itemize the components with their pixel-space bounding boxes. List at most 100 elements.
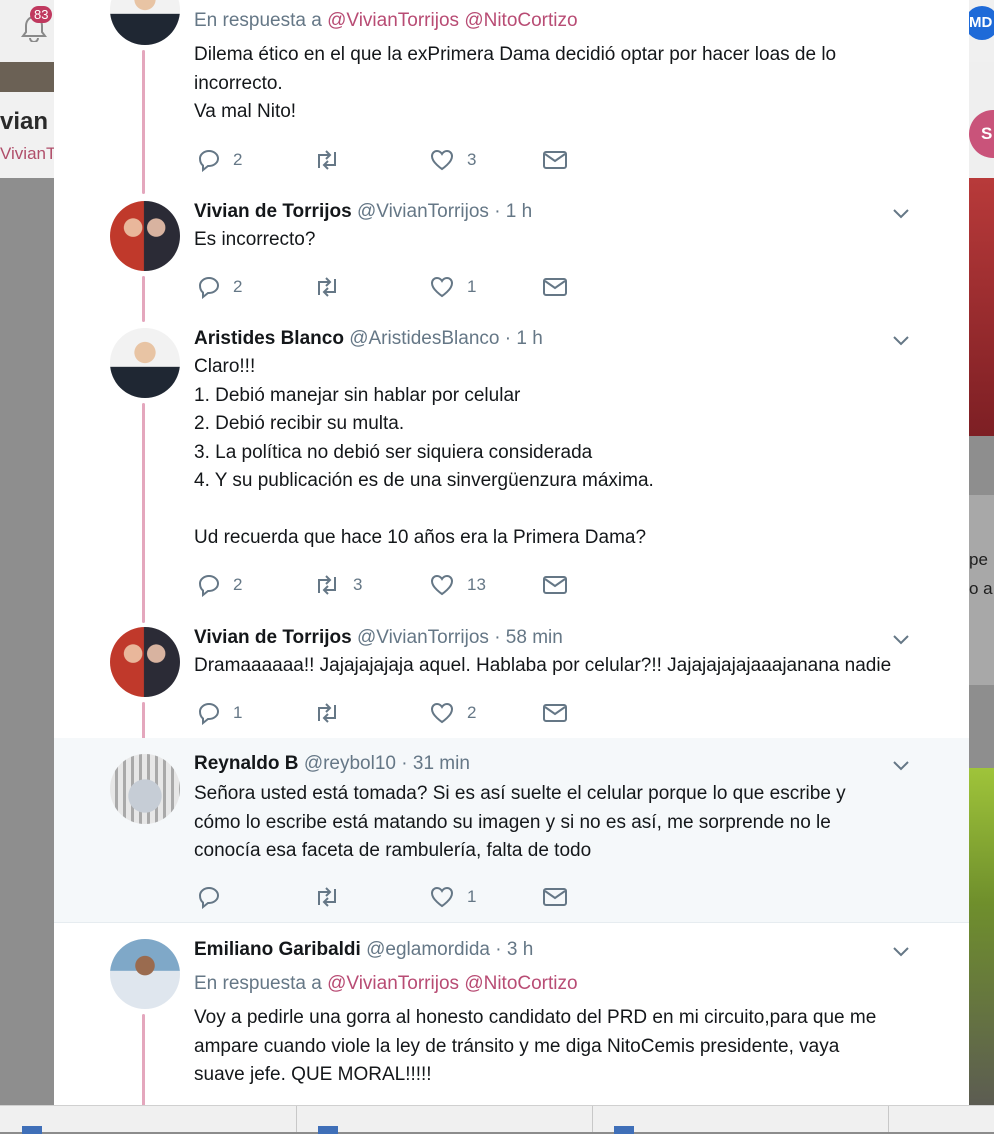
- direct-message-button[interactable]: [542, 274, 568, 300]
- reply-count: 2: [233, 575, 243, 594]
- avatar[interactable]: [110, 201, 180, 271]
- tweet[interactable]: En respuesta a @VivianTorrijos @NitoCort…: [54, 0, 969, 194]
- conversation-modal: En respuesta a @VivianTorrijos @NitoCort…: [54, 0, 969, 1105]
- thread-line: [142, 1014, 145, 1105]
- reply-count: 2: [233, 277, 243, 296]
- user-handle[interactable]: @VivianTorrijos: [357, 201, 489, 222]
- mention-link[interactable]: @NitoCortizo: [464, 973, 577, 994]
- reply-button[interactable]: [197, 884, 233, 910]
- user-handle[interactable]: @reybol10: [304, 753, 396, 774]
- tweet-header: Reynaldo B @reybol10 · 31 min: [194, 753, 470, 775]
- user-name[interactable]: Vivian de Torrijos: [194, 201, 352, 222]
- reply-button[interactable]: 2: [197, 572, 242, 598]
- user-handle[interactable]: @eglamordida: [366, 939, 490, 960]
- profile-name: vian: [0, 108, 49, 135]
- tweet[interactable]: Emiliano Garibaldi @eglamordida · 3 h En…: [54, 923, 969, 1105]
- user-name[interactable]: Emiliano Garibaldi: [194, 939, 361, 960]
- retweet-button[interactable]: [313, 274, 353, 300]
- envelope-icon: [543, 576, 567, 594]
- account-avatar-icon[interactable]: MD: [969, 6, 994, 40]
- user-name[interactable]: Vivian de Torrijos: [194, 627, 352, 648]
- tweet-header: Vivian de Torrijos @VivianTorrijos · 58 …: [194, 627, 563, 649]
- tweet-time[interactable]: · 1 h: [494, 201, 532, 222]
- reply-context: En respuesta a @VivianTorrijos @NitoCort…: [194, 973, 578, 994]
- reply-button[interactable]: 2: [197, 147, 242, 173]
- reply-icon: [198, 149, 220, 172]
- reply-count: 1: [233, 703, 243, 722]
- retweet-button[interactable]: [313, 147, 353, 173]
- chevron-down-icon[interactable]: [892, 335, 910, 347]
- thread-line: [142, 403, 145, 623]
- document-icon: [22, 1126, 42, 1134]
- taskbar-item[interactable]: [296, 1106, 593, 1134]
- like-button[interactable]: 1: [429, 274, 476, 300]
- media-image-2: [969, 768, 994, 1105]
- avatar[interactable]: [110, 0, 180, 45]
- retweet-icon: [318, 887, 336, 907]
- direct-message-button[interactable]: [542, 572, 568, 598]
- reply-count: 2: [233, 150, 243, 169]
- tweet[interactable]: Aristides Blanco @AristidesBlanco · 1 h …: [54, 316, 969, 623]
- reply-button[interactable]: 1: [197, 700, 242, 726]
- heart-icon: [430, 276, 454, 298]
- taskbar-item[interactable]: [0, 1106, 297, 1134]
- taskbar: [0, 1105, 994, 1134]
- tweet-time[interactable]: · 1 h: [505, 328, 543, 349]
- tweet-text: Claro!!! 1. Debió manejar sin hablar por…: [194, 356, 654, 548]
- like-button[interactable]: 1: [429, 884, 476, 910]
- mention-link[interactable]: @VivianTorrijos: [327, 10, 459, 31]
- heart-icon: [430, 886, 454, 908]
- avatar[interactable]: [110, 328, 180, 398]
- retweet-button[interactable]: [313, 700, 353, 726]
- user-name[interactable]: Reynaldo B: [194, 753, 299, 774]
- retweet-count: 3: [353, 575, 363, 594]
- like-button[interactable]: 13: [429, 572, 486, 598]
- user-handle[interactable]: @AristidesBlanco: [349, 328, 499, 349]
- profile-handle: VivianT: [0, 144, 57, 163]
- avatar[interactable]: [110, 939, 180, 1009]
- heart-icon: [430, 574, 454, 596]
- like-count: 1: [467, 277, 477, 296]
- retweet-icon: [318, 703, 336, 723]
- like-button[interactable]: 3: [429, 147, 476, 173]
- chevron-down-icon[interactable]: [892, 946, 910, 958]
- notifications-count-badge: 83: [30, 6, 53, 23]
- retweet-icon: [318, 150, 336, 170]
- retweet-button[interactable]: [313, 884, 353, 910]
- thread-line: [142, 702, 145, 742]
- reply-icon: [198, 702, 220, 725]
- chevron-down-icon[interactable]: [892, 634, 910, 646]
- tweet-focused[interactable]: Reynaldo B @reybol10 · 31 min Señora ust…: [54, 738, 969, 923]
- avatar[interactable]: [110, 754, 180, 824]
- like-count: 13: [467, 575, 486, 594]
- avatar[interactable]: [110, 627, 180, 697]
- tweet-header: Emiliano Garibaldi @eglamordida · 3 h: [194, 939, 533, 961]
- user-name[interactable]: Aristides Blanco: [194, 328, 344, 349]
- envelope-icon: [543, 888, 567, 906]
- taskbar-item[interactable]: [592, 1106, 889, 1134]
- mention-link[interactable]: @NitoCortizo: [464, 10, 577, 31]
- profile-banner: [0, 62, 54, 92]
- chevron-down-icon[interactable]: [892, 208, 910, 220]
- tweet-time[interactable]: · 31 min: [401, 753, 470, 774]
- direct-message-button[interactable]: [542, 700, 568, 726]
- user-handle[interactable]: @VivianTorrijos: [357, 627, 489, 648]
- retweet-button[interactable]: 3: [313, 572, 362, 598]
- mention-link[interactable]: @VivianTorrijos: [327, 973, 459, 994]
- tweet-text: Dilema ético en el que la exPrimera Dama…: [194, 44, 837, 122]
- tweet[interactable]: Vivian de Torrijos @VivianTorrijos · 1 h…: [54, 190, 969, 322]
- like-count: 1: [467, 887, 477, 906]
- chevron-down-icon[interactable]: [892, 760, 910, 772]
- tweet[interactable]: Vivian de Torrijos @VivianTorrijos · 58 …: [54, 618, 969, 742]
- tweet-time[interactable]: · 58 min: [494, 627, 563, 648]
- reply-icon: [198, 886, 220, 909]
- tweet-time[interactable]: · 3 h: [495, 939, 533, 960]
- tweet-text: Dramaaaaaa!! Jajajajajaja aquel. Hablaba…: [194, 655, 892, 676]
- envelope-icon: [543, 704, 567, 722]
- tweet-header: Vivian de Torrijos @VivianTorrijos · 1 h: [194, 201, 532, 223]
- tweet-text: Voy a pedirle una gorra al honesto candi…: [194, 1007, 877, 1085]
- direct-message-button[interactable]: [542, 147, 568, 173]
- like-button[interactable]: 2: [429, 700, 476, 726]
- direct-message-button[interactable]: [542, 884, 568, 910]
- reply-button[interactable]: 2: [197, 274, 242, 300]
